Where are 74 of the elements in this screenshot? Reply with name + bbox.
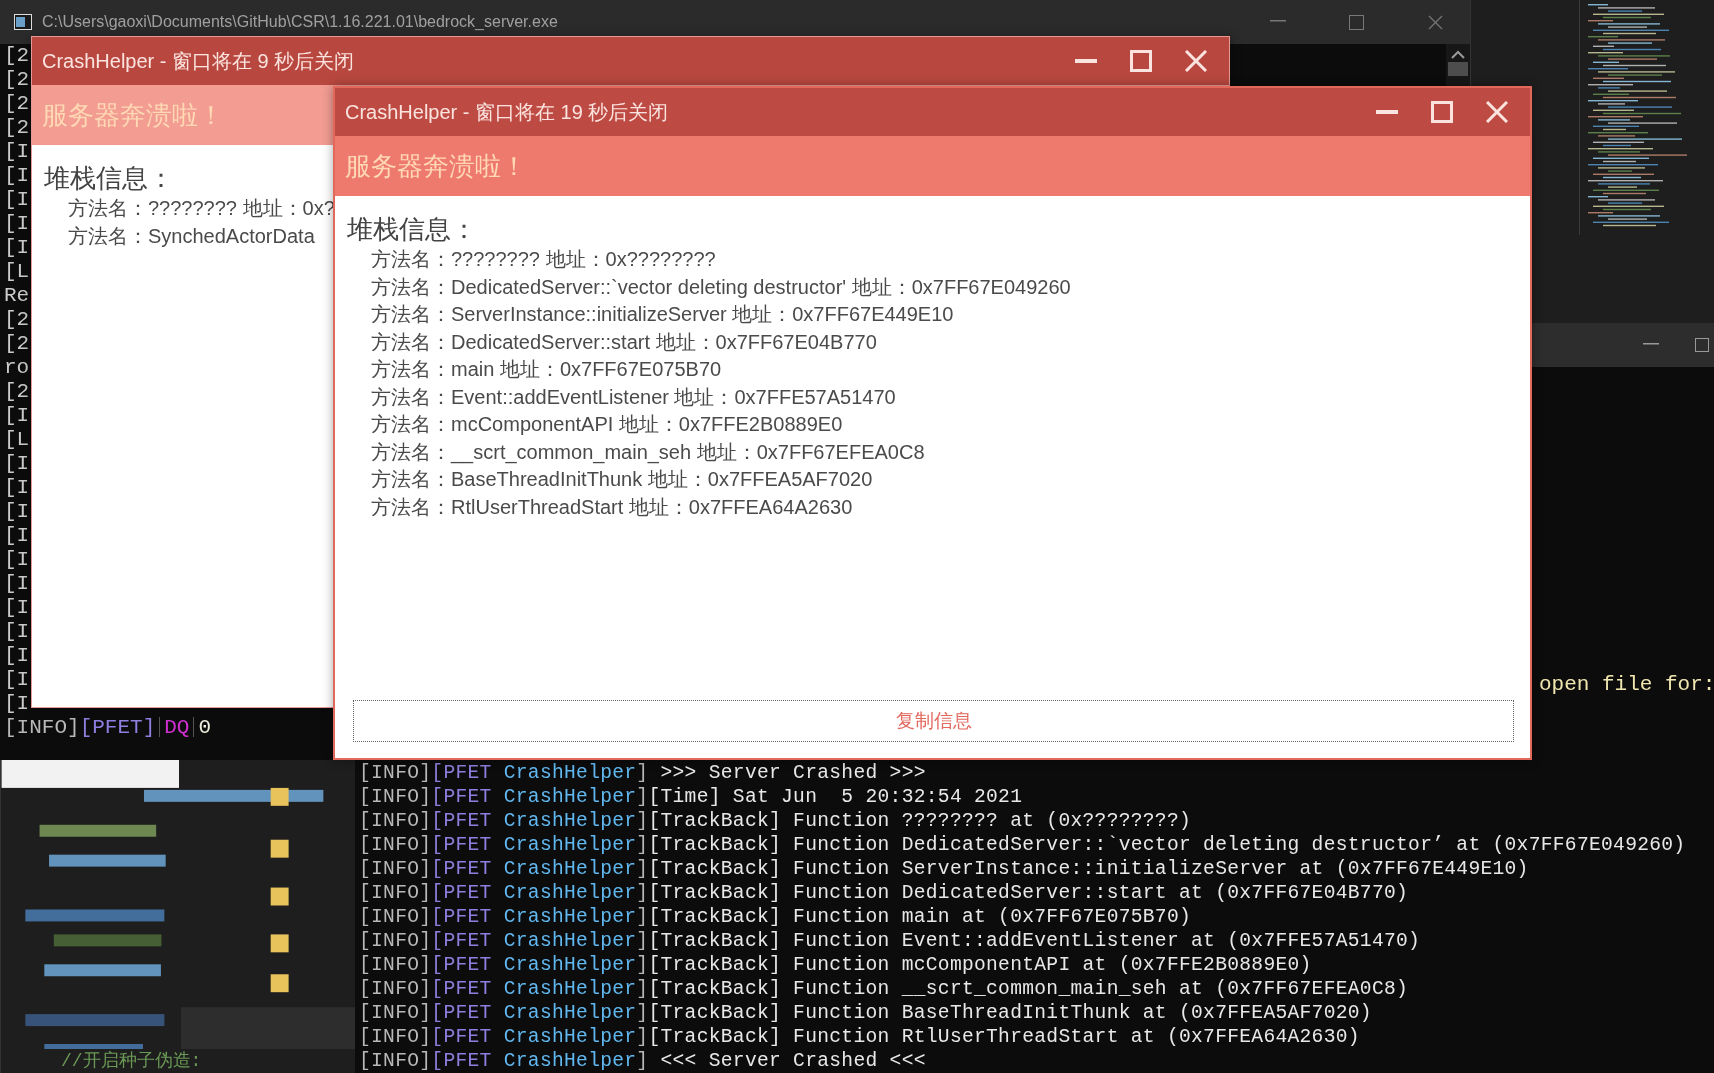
console-line: [INFO][PFET CrashHelper] >>> Server Crashed >>> <box>359 761 926 785</box>
console-line: [2 <box>4 68 30 92</box>
console-line: [INFO][PFET CrashHelper][TrackBack] Function BaseThreadInitThunk at (0x7FFEA5AF7020) <box>359 1001 1372 1025</box>
close-icon[interactable] <box>1428 14 1443 30</box>
console-line: ro <box>4 356 30 380</box>
console-app-icon <box>14 14 32 30</box>
stack-frame: 方法名：SynchedActorData <box>68 222 315 250</box>
section-title: 堆栈信息： <box>347 213 477 246</box>
console-line: [I <box>4 572 30 596</box>
console-line: [I <box>4 548 30 572</box>
console-line: [I <box>4 524 30 548</box>
console-line: [INFO][PFET CrashHelper][TrackBack] Function __scrt_common_main_seh at (0x7FF67EFEA0C8) <box>359 977 1409 1001</box>
stack-frame: 方法名：???????? 地址：0x???????? <box>371 246 716 274</box>
copy-button[interactable]: 复制信息 <box>353 700 1514 742</box>
stack-frame: 方法名：Event::addEventListener 地址：0x7FFE57A51470 <box>371 383 896 411</box>
console-line: [I <box>4 596 30 620</box>
stack-frame: 方法名：mcComponentAPI 地址：0x7FFE2B0889E0 <box>371 411 843 439</box>
maximize-icon[interactable] <box>1349 14 1364 30</box>
console-line: [I <box>4 668 30 692</box>
stack-frame: 方法名：???????? 地址：0x? <box>68 195 335 223</box>
minimize-icon[interactable] <box>1074 59 1097 63</box>
window-title: C:\Users\gaoxi\Documents\GitHub\CSR\1.16.221.01\bedrock_server.exe <box>42 13 559 31</box>
console-line: [INFO][PFET CrashHelper] <<< Server Crashed <<< <box>359 1049 926 1073</box>
minimize-icon[interactable] <box>1375 110 1398 114</box>
console-line: [I <box>4 620 30 644</box>
console-line: [I <box>4 236 30 260</box>
console-line: [INFO][PFET CrashHelper][TrackBack] Function Event::addEventListener at (0x7FFE57A51470) <box>359 929 1421 953</box>
console-line: open file for: <box>1539 673 1714 697</box>
stack-frame: 方法名：main 地址：0x7FF67E075B70 <box>371 356 722 384</box>
minimize-icon[interactable] <box>1269 20 1286 24</box>
console-line: [2 <box>4 92 30 116</box>
console-line: [2 <box>4 332 30 356</box>
header-text: 服务器奔溃啦！ <box>345 149 527 183</box>
window-title: CrashHelper - 窗口将在 9 秒后关闭 <box>42 48 356 74</box>
console-line: [INFO][PFET CrashHelper][TrackBack] Function ???????? at (0x????????) <box>359 809 1192 833</box>
section-title: 堆栈信息： <box>44 162 174 195</box>
console-line: [I <box>4 140 30 164</box>
console-line: [I <box>4 452 30 476</box>
console-line: [INFO][PFET CrashHelper][TrackBack] Function ServerInstance::initializeServer at (0x7FF67E449E10) <box>359 857 1529 881</box>
console-line: Re <box>4 284 30 308</box>
console-line: [INFO][PFET CrashHelper][Time] Sat Jun 5 20:32:54 2021 <box>359 785 1023 809</box>
console-line: [I <box>4 692 30 716</box>
console-line: [I <box>4 476 30 500</box>
console-line: [I <box>4 212 30 236</box>
console-line: [INFO][PFET CrashHelper][TrackBack] Function DedicatedServer::start at (0x7FF67E04B770) <box>359 881 1409 905</box>
console-line: [INFO][PFET CrashHelper][TrackBack] Function mcComponentAPI at (0x7FFE2B0889E0) <box>359 953 1312 977</box>
stack-frame: 方法名：RtlUserThreadStart 地址：0x7FFEA64A2630 <box>371 493 853 521</box>
console-line: [L <box>4 428 30 452</box>
console-line: [L <box>4 260 30 284</box>
stack-frame: 方法名：DedicatedServer::start 地址：0x7FF67E04B770 <box>371 328 877 356</box>
scrollbar-thumb[interactable] <box>1448 62 1468 76</box>
console-line: [2 <box>4 308 30 332</box>
console-line: [I <box>4 500 30 524</box>
maximize-icon[interactable] <box>1695 338 1709 352</box>
console-line: [INFO][PFET CrashHelper][TrackBack] Function main at (0x7FF67E075B70) <box>359 905 1192 929</box>
console-line: [I <box>4 644 30 668</box>
console-line: [I <box>4 188 30 212</box>
code-comment: //开启种子伪造: <box>60 1050 203 1073</box>
console-line: [INFO][PFET CrashHelper][TrackBack] Function RtlUserThreadStart at (0x7FFEA64A2630) <box>359 1025 1360 1049</box>
window-title: CrashHelper - 窗口将在 19 秒后关闭 <box>345 99 670 125</box>
chevron-up-icon[interactable] <box>1451 50 1465 60</box>
minimize-icon[interactable] <box>1642 343 1659 347</box>
console-line: [2 <box>4 44 30 68</box>
stack-frame: 方法名：DedicatedServer::`vector deleting destructor' 地址：0x7FF67E049260 <box>371 273 1071 301</box>
console-line: [I <box>4 404 30 428</box>
console-line: [INFO][PFET] DQ 0 <box>4 716 212 740</box>
console-line: [I <box>4 164 30 188</box>
stack-frame: 方法名：ServerInstance::initializeServer 地址：0x7FF67E449E10 <box>371 301 954 329</box>
console-line: [2 <box>4 116 30 140</box>
console-line: [2 <box>4 380 30 404</box>
console-line: [INFO][PFET CrashHelper][TrackBack] Function DedicatedServer::`vector deleting destructor’ at (0x7FF67E049260) <box>359 833 1686 857</box>
stack-frame: 方法名：__scrt_common_main_seh 地址：0x7FF67EFEA0C8 <box>371 438 925 466</box>
header-text: 服务器奔溃啦！ <box>42 98 224 132</box>
stack-frame: 方法名：BaseThreadInitThunk 地址：0x7FFEA5AF7020 <box>371 466 873 494</box>
